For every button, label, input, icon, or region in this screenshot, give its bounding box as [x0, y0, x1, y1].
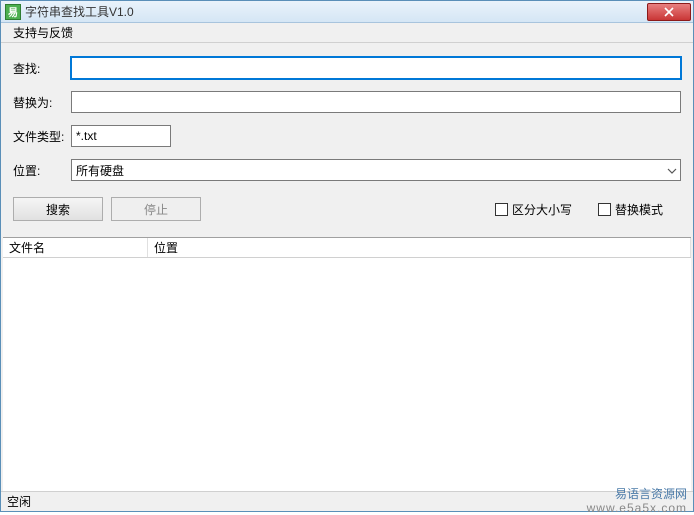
- status-text: 空闲: [7, 493, 587, 510]
- row-filetype: 文件类型:: [13, 125, 681, 147]
- results-body[interactable]: [3, 258, 691, 491]
- location-select-wrap: 所有硬盘: [71, 159, 681, 181]
- close-button[interactable]: [647, 3, 691, 21]
- app-icon: 易: [5, 4, 21, 20]
- row-location: 位置: 所有硬盘: [13, 159, 681, 181]
- statusbar: 空闲 易语言资源网 www.e5a5x.com: [1, 491, 693, 511]
- checkbox-box-icon: [495, 203, 508, 216]
- search-input[interactable]: [71, 57, 681, 79]
- search-label: 查找:: [13, 60, 71, 77]
- row-replace: 替换为:: [13, 91, 681, 113]
- column-header-location[interactable]: 位置: [148, 238, 691, 257]
- menu-support[interactable]: 支持与反馈: [7, 22, 79, 43]
- window-title: 字符串查找工具V1.0: [25, 3, 647, 20]
- case-sensitive-label: 区分大小写: [512, 201, 572, 218]
- watermark-line2: www.e5a5x.com: [587, 502, 687, 515]
- case-sensitive-checkbox[interactable]: 区分大小写: [495, 201, 572, 218]
- close-icon: [664, 7, 674, 17]
- search-button[interactable]: 搜索: [13, 197, 103, 221]
- filetype-label: 文件类型:: [13, 128, 71, 145]
- replace-mode-checkbox[interactable]: 替换模式: [598, 201, 663, 218]
- results-header: 文件名 位置: [3, 238, 691, 258]
- replace-input[interactable]: [71, 91, 681, 113]
- menubar: 支持与反馈: [1, 23, 693, 43]
- replace-mode-label: 替换模式: [615, 201, 663, 218]
- titlebar: 易 字符串查找工具V1.0: [1, 1, 693, 23]
- filetype-input[interactable]: [71, 125, 171, 147]
- location-value: 所有硬盘: [76, 162, 124, 179]
- row-search: 查找:: [13, 57, 681, 79]
- column-header-filename[interactable]: 文件名: [3, 238, 148, 257]
- watermark: 易语言资源网 www.e5a5x.com: [587, 488, 687, 514]
- checkbox-box-icon: [598, 203, 611, 216]
- location-select[interactable]: 所有硬盘: [71, 159, 681, 181]
- stop-button[interactable]: 停止: [111, 197, 201, 221]
- form-area: 查找: 替换为: 文件类型: 位置: 所有硬盘 搜索 停止: [1, 43, 693, 237]
- watermark-line1: 易语言资源网: [587, 488, 687, 501]
- app-window: 易 字符串查找工具V1.0 支持与反馈 查找: 替换为: 文件类型: 位置:: [0, 0, 694, 512]
- replace-label: 替换为:: [13, 94, 71, 111]
- location-label: 位置:: [13, 162, 71, 179]
- results-list: 文件名 位置: [3, 237, 691, 491]
- button-row: 搜索 停止 区分大小写 替换模式: [13, 193, 681, 229]
